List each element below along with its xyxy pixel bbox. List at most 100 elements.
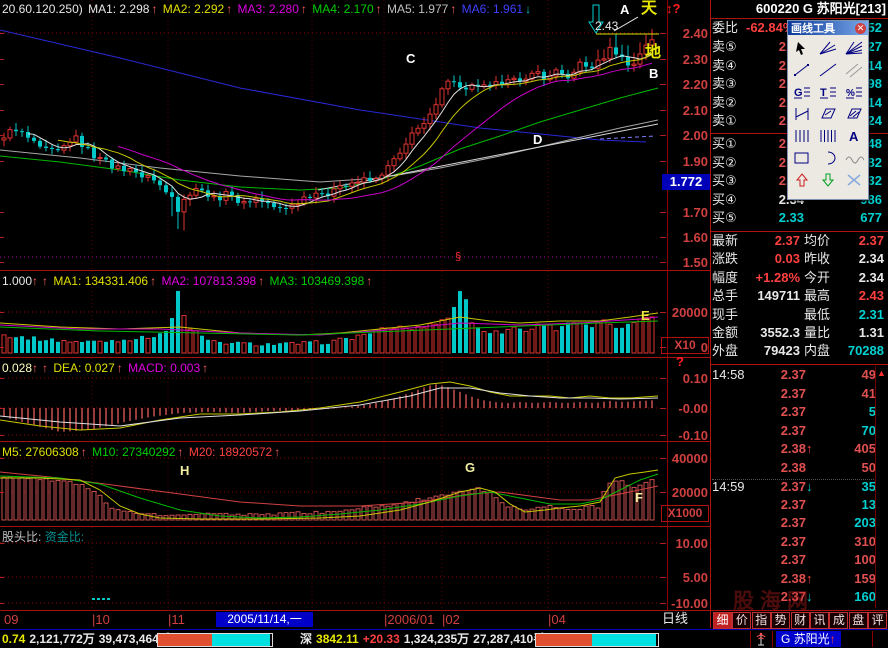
question-icon: ? (676, 355, 684, 369)
updown-question-icon: ↕? (666, 2, 680, 16)
pointer-icon[interactable] (789, 37, 815, 59)
watermark: 股海网 (733, 585, 814, 615)
axis-tick (660, 603, 666, 604)
tick-row: 2.38↑159 (712, 572, 876, 586)
axis-tick (660, 84, 666, 85)
golden-section-icon[interactable]: G (789, 81, 815, 103)
axis-tick (0, 408, 4, 409)
segment-icon[interactable] (789, 59, 815, 81)
close-icon[interactable]: ✕ (855, 23, 866, 34)
axis-tick (0, 435, 4, 436)
bottom-tab-8[interactable]: 盘 (849, 612, 868, 629)
axis-tick (0, 237, 4, 238)
ratio-chart[interactable] (0, 527, 660, 610)
panel-border-line (710, 0, 711, 628)
volume-ratio-bars (157, 633, 273, 647)
tick-row: 2.375 (712, 405, 876, 419)
status-separator (872, 631, 873, 647)
arrow-up-icon[interactable] (789, 169, 815, 191)
ticklist-scrollbar[interactable] (875, 366, 876, 608)
tick-row: 14:592.37↓35 (712, 479, 876, 494)
status-separator (750, 631, 751, 647)
parallel-lines-icon[interactable] (841, 59, 867, 81)
sell-ratio-bar (212, 634, 270, 646)
main-candlestick-chart[interactable] (0, 0, 660, 270)
info-row: 总手149711最高2.43 (712, 289, 884, 303)
arrow-down-icon[interactable] (815, 169, 841, 191)
date-axis-tick: |10 (92, 613, 110, 627)
chart-letter-annotation: F (635, 491, 643, 505)
arc-icon[interactable] (815, 147, 841, 169)
axis-tick (660, 378, 666, 379)
tick-row: 2.3741 (712, 387, 876, 401)
percent-lines-icon[interactable]: % (841, 81, 867, 103)
period-label: 日线 (662, 612, 688, 626)
axis-tick (660, 435, 666, 436)
svg-text:T: T (820, 87, 827, 99)
line-icon[interactable] (815, 59, 841, 81)
info-row: 最新2.37均价2.37 (712, 234, 884, 248)
axis-tick (660, 577, 666, 578)
chart-letter-annotation: H (180, 464, 189, 478)
date-axis-tick: |11 (168, 613, 185, 627)
axis-tick (0, 347, 4, 348)
axis-tick (660, 135, 666, 136)
chart-letter-annotation: D (533, 133, 542, 147)
trading-terminal-window: 20.60.120.250) MA1: 2.298↑ MA2: 2.292↑ M… (0, 0, 888, 648)
tick-row: 2.38↑405 (712, 442, 876, 456)
panel-separator (0, 270, 710, 271)
chart-letter-annotation: G (465, 461, 475, 475)
vertical-lines-icon[interactable] (815, 125, 841, 147)
axis-tick (0, 212, 4, 213)
info-row: 现手最低2.31 (712, 308, 884, 322)
axis-tick (660, 33, 666, 34)
drawing-toolbar: 画线工具 ✕ GT% A (787, 20, 869, 200)
axis-tick (0, 161, 4, 162)
last-price-tag: 1.772 (662, 174, 710, 190)
ray-fan-icon[interactable] (841, 37, 867, 59)
axis-tick (660, 110, 666, 111)
axis-tick (0, 492, 4, 493)
axis-tick (660, 492, 666, 493)
axis-tick (0, 59, 4, 60)
text-tool-icon[interactable]: A (841, 125, 867, 147)
info-row: 幅度+1.28%今开2.34 (712, 271, 884, 285)
buy-ratio-bar (158, 634, 212, 646)
scroll-up-icon[interactable]: ▲ (877, 366, 886, 380)
delete-cross-icon[interactable] (841, 169, 867, 191)
panel-separator (0, 357, 710, 358)
tick-row: 2.37310 (712, 535, 876, 549)
date-axis-selected: 2005/11/14,一 (216, 612, 313, 627)
time-lines-icon[interactable]: T (815, 81, 841, 103)
info-row: 涨跌0.03昨收2.34 (712, 252, 884, 266)
tick-row: 2.3713 (712, 498, 876, 512)
measure-price-label: 2.43 (595, 19, 618, 33)
gann-grid-icon[interactable] (789, 125, 815, 147)
volume-ratio-bars (535, 633, 659, 647)
panel-line (711, 364, 888, 365)
tick-row: 2.37203 (712, 516, 876, 530)
status-text: 深3842.11+20.331,324,235万27,287,410手 (300, 632, 549, 646)
axis-tick (660, 237, 666, 238)
tick-row: 2.3770 (712, 424, 876, 438)
status-text: 0.742,121,772万39,473,464手 (2, 632, 175, 646)
bottom-tab-1[interactable]: 细 (713, 612, 732, 629)
axis-tick (660, 212, 666, 213)
axis-multiplier: X1000 (661, 505, 709, 522)
network-antenna-icon (753, 630, 769, 647)
axis-tick (660, 408, 666, 409)
indicator-header: 20.60.120.250) MA1: 2.298↑ MA2: 2.292↑ M… (2, 2, 533, 16)
wave-icon[interactable] (841, 147, 867, 169)
drawing-toolbar-titlebar[interactable]: 画线工具 ✕ (788, 21, 868, 35)
panel-separator (0, 610, 710, 611)
bottom-tab-9[interactable]: 评 (868, 612, 887, 629)
price-channel-icon[interactable] (789, 103, 815, 125)
rectangle-icon[interactable] (789, 147, 815, 169)
stock-tag[interactable]: G 苏阳光↑ (776, 631, 841, 647)
axis-tick (0, 458, 4, 459)
hatch-band-2-icon[interactable] (841, 103, 867, 125)
panel-separator (0, 526, 710, 527)
bottom-tab-7[interactable]: 成 (829, 612, 848, 629)
trend-lines-icon[interactable] (815, 37, 841, 59)
hatch-band-icon[interactable] (815, 103, 841, 125)
